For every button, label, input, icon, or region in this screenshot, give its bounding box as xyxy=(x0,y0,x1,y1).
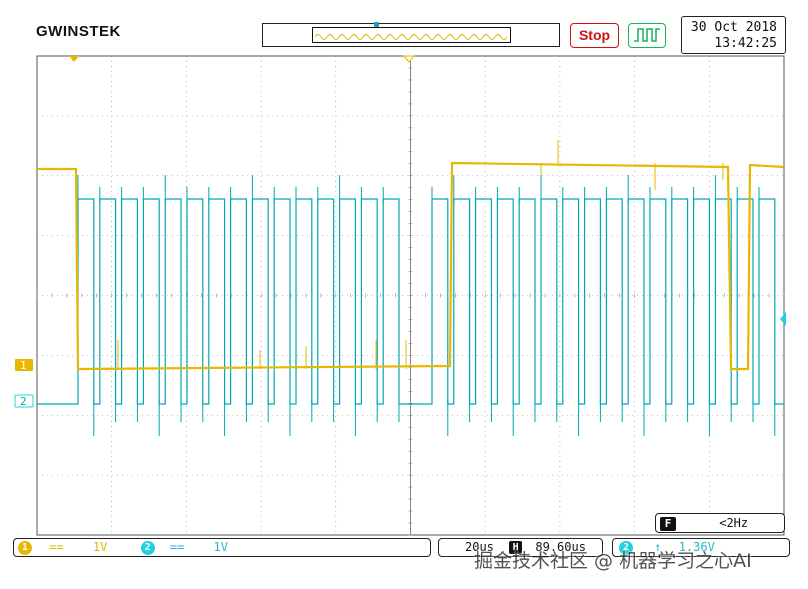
watermark: 掘金技术社区 @ 机器学习之心AI xyxy=(474,550,752,572)
ch1-scale: 1V xyxy=(92,540,108,554)
ch2-marker-label: 2 xyxy=(20,395,27,408)
ch2-scale: 1V xyxy=(213,540,228,554)
frequency-icon: F xyxy=(660,517,676,531)
ch2-badge: 2 xyxy=(140,540,155,555)
frequency-counter: F <2Hz xyxy=(655,513,785,533)
scope-screen: 12 xyxy=(14,55,786,536)
channel-status-bar[interactable]: 1 == 1V 2 == 1V xyxy=(13,538,431,557)
ch2-coupling: == xyxy=(169,540,185,554)
ch1-marker-label: 1 xyxy=(20,359,27,372)
frequency-value: <2Hz xyxy=(719,516,749,530)
ch1-badge: 1 xyxy=(18,540,32,555)
ch1-coupling: == xyxy=(49,540,64,554)
